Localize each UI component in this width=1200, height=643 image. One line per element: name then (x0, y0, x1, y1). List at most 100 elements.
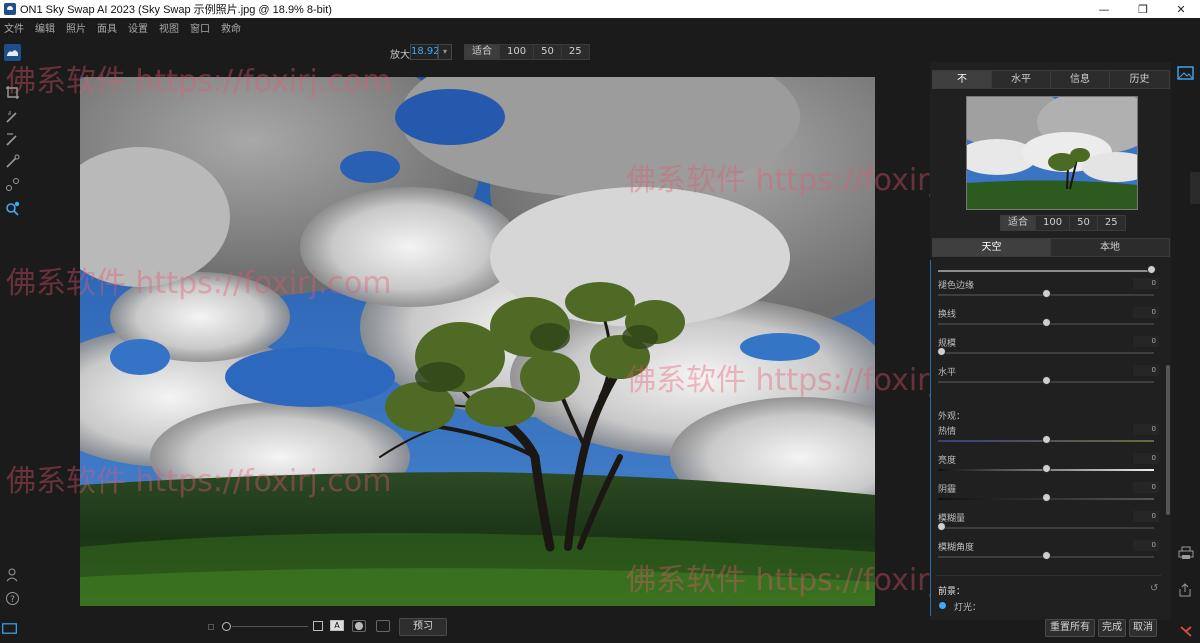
zoom-presets: 适合 100 50 25 (464, 44, 590, 60)
help-icon[interactable]: ? (4, 590, 21, 607)
slider-knob[interactable] (1042, 551, 1051, 560)
slider-row-fade-edge: 褪色边缘 0 (936, 278, 1161, 307)
slider-knob[interactable] (1042, 464, 1051, 473)
nav-25-button[interactable]: 25 (1097, 216, 1125, 230)
slider-row-haze: 阴霾 0 (936, 482, 1161, 511)
lighting-toggle-icon[interactable] (939, 602, 946, 609)
slider-value[interactable]: 0 (1133, 424, 1159, 435)
navigator-thumbnail[interactable] (966, 96, 1138, 210)
reset-section-icon[interactable]: ↺ (1150, 583, 1158, 594)
slider-label: 褪色边缘 (938, 281, 975, 291)
slider-row-blur-angle: 模糊角度 0 (936, 540, 1161, 569)
lighting-label: 灯光： (954, 603, 982, 613)
zoom-dropdown-icon[interactable]: ▾ (438, 44, 452, 60)
slider-knob[interactable] (1042, 435, 1051, 444)
slider-row-blur-amount: 模糊量 0 (936, 511, 1161, 540)
slider-value[interactable]: 0 (1133, 365, 1159, 376)
slider-label: 模糊角度 (938, 543, 975, 553)
adjustment-sliders: 褪色边缘 0 换线 0 规模 0 水平 0 外观： 热情 0 亮度 0 阴霾 0… (936, 262, 1161, 620)
slider-value[interactable]: 0 (1133, 278, 1159, 289)
menu-window[interactable]: 窗口 (190, 20, 210, 35)
slider-row-horizontal: 水平 0 (936, 365, 1161, 394)
mask-view-icon[interactable]: A (330, 620, 344, 631)
minimize-button[interactable]: — (1085, 0, 1123, 18)
slider-knob[interactable] (1147, 265, 1156, 274)
reset-all-button[interactable]: 重置所有 (1045, 619, 1095, 637)
refine-brush-icon[interactable] (4, 153, 21, 170)
user-icon[interactable] (4, 566, 21, 583)
navigator-zoom-presets: 适合 100 50 25 (1000, 215, 1126, 231)
maximize-button[interactable]: ❐ (1124, 0, 1162, 18)
menu-help[interactable]: 救命 (221, 20, 241, 35)
slider-knob[interactable] (937, 347, 946, 356)
brush-size-slider[interactable] (232, 626, 308, 627)
menu-settings[interactable]: 设置 (128, 20, 148, 35)
tab-levels[interactable]: 水平 (992, 71, 1051, 88)
slider-value[interactable]: 0 (1133, 540, 1159, 551)
print-icon[interactable] (1177, 546, 1195, 560)
nav-100-button[interactable]: 100 (1036, 216, 1071, 230)
menu-edit[interactable]: 编辑 (35, 20, 55, 35)
panel-scrollbar[interactable] (1166, 365, 1170, 515)
tab-sky[interactable]: 天空 (933, 239, 1051, 256)
menu-mask[interactable]: 面具 (97, 20, 117, 35)
image-module-icon[interactable] (1177, 66, 1194, 80)
slider-value[interactable]: 0 (1133, 482, 1159, 493)
photo-canvas[interactable] (80, 77, 875, 606)
slider-knob[interactable] (1042, 318, 1051, 327)
menu-view[interactable]: 视图 (159, 20, 179, 35)
close-button[interactable]: ✕ (1162, 0, 1200, 18)
slider-knob[interactable] (1042, 376, 1051, 385)
zoom-50-button[interactable]: 50 (534, 45, 562, 59)
on1-logo-icon (1179, 624, 1193, 638)
masking-brush-icon[interactable] (4, 131, 21, 148)
nav-50-button[interactable]: 50 (1070, 216, 1098, 230)
panel-edge-line (930, 260, 931, 616)
slider-row-brightness: 亮度 0 (936, 453, 1161, 482)
slider-value[interactable]: 0 (1133, 307, 1159, 318)
done-button[interactable]: 完成 (1098, 619, 1126, 637)
zoom-tool-icon[interactable] (4, 200, 21, 217)
brush-tool-icon[interactable] (4, 108, 21, 125)
slider-track[interactable] (938, 270, 1154, 272)
slider-label: 亮度 (938, 456, 957, 466)
slider-knob[interactable] (1042, 493, 1051, 502)
crop-tool-icon[interactable] (4, 84, 21, 101)
slider-track[interactable] (938, 527, 1154, 529)
chisel-tool-icon[interactable] (4, 176, 21, 193)
nav-fit-button[interactable]: 适合 (1001, 216, 1036, 230)
app-logo-icon (4, 3, 16, 15)
compare-icon[interactable] (376, 620, 390, 632)
slider-track[interactable] (938, 352, 1154, 354)
slider-label: 水平 (938, 368, 957, 378)
slider-label: 换线 (938, 310, 957, 320)
slider-knob[interactable] (937, 522, 946, 531)
share-icon[interactable] (1177, 582, 1193, 598)
menu-file[interactable]: 文件 (4, 20, 24, 35)
slider-row-warmth: 热情 0 (936, 424, 1161, 453)
zoom-25-button[interactable]: 25 (561, 45, 589, 59)
zoom-value-field[interactable]: 18.92 (410, 44, 440, 60)
menu-photo[interactable]: 照片 (66, 20, 86, 35)
brush-size-slider-knob[interactable] (222, 622, 231, 631)
slider-knob[interactable] (1042, 289, 1051, 298)
preview-button[interactable]: 预习 (399, 618, 447, 636)
zoom-toolbar: 放大 18.92 ▾ 适合 100 50 25 (0, 44, 930, 62)
mode-tabs: 天空 本地 (932, 238, 1170, 257)
slider-value[interactable]: 0 (1133, 453, 1159, 464)
menu-bar: 文件 编辑 照片 面具 设置 视图 窗口 救命 (0, 18, 1200, 36)
slider-value[interactable]: 0 (1133, 511, 1159, 522)
slider-value[interactable]: 0 (1133, 336, 1159, 347)
zoom-fit-button[interactable]: 适合 (465, 45, 500, 59)
panel-collapse-handle[interactable] (1190, 172, 1200, 204)
slider-label: 阴霾 (938, 485, 957, 495)
mask-circle-icon[interactable] (352, 620, 366, 632)
overlay-toggle-icon[interactable] (313, 621, 323, 631)
cancel-button[interactable]: 取消 (1129, 619, 1157, 637)
tab-info[interactable]: 信息 (1051, 71, 1110, 88)
tab-navigator[interactable]: 不 (933, 71, 992, 88)
tab-local[interactable]: 本地 (1051, 239, 1169, 256)
tab-history[interactable]: 历史 (1110, 71, 1169, 88)
slider-label: 热情 (938, 427, 957, 437)
zoom-100-button[interactable]: 100 (500, 45, 535, 59)
